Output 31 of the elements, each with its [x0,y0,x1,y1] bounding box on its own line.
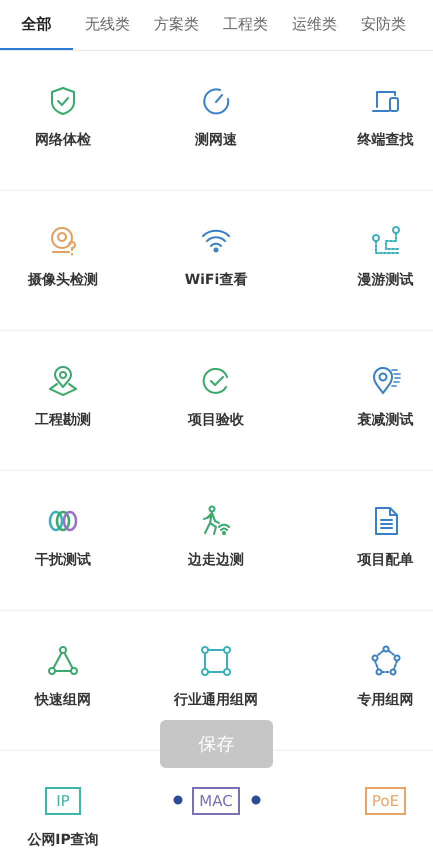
tool-label[interactable]: 衰减测试 [358,411,414,429]
tool-label[interactable]: 边走边测 [188,551,244,569]
tool-label[interactable]: 公网IP查询 [27,831,99,849]
tool-label[interactable]: 漫游测试 [358,271,414,289]
tool-label[interactable]: WiFi查看 [184,271,248,289]
tool-label[interactable]: 项目配单 [358,551,414,569]
category-tab[interactable]: 方案类 [142,0,211,50]
tool-label[interactable]: 行业通用组网 [174,691,258,709]
tool-label[interactable]: 专用组网 [358,691,414,709]
triangle-network-icon [47,645,79,677]
map-pin-icon [47,365,79,397]
tool-label[interactable]: 干扰测试 [35,551,91,569]
category-tab[interactable]: 工程类 [211,0,280,50]
tool-label[interactable]: 摄像头检测 [28,271,98,289]
category-tab[interactable]: 安防类 [349,0,418,50]
category-tab[interactable]: 全部 [0,0,73,50]
tool-label[interactable]: 项目验收 [188,411,244,429]
route-icon [370,225,402,257]
loading-dots-icon [172,794,262,806]
tool-label[interactable]: 网络体检 [35,131,91,149]
tool-badge[interactable]: MAC [192,787,240,815]
toast-message: 保存 [160,720,273,768]
category-tab[interactable]: 无线类 [73,0,142,50]
square-network-icon [200,645,232,677]
tool-label[interactable]: 快速组网 [35,691,91,709]
tool-label[interactable]: 工程勘测 [35,411,91,429]
walker-icon [200,505,232,537]
tool-label[interactable]: 测网速 [195,131,237,149]
pentagon-network-icon [370,645,402,677]
tool-label[interactable]: 终端查找 [358,131,414,149]
category-tab[interactable]: 运维类 [280,0,349,50]
